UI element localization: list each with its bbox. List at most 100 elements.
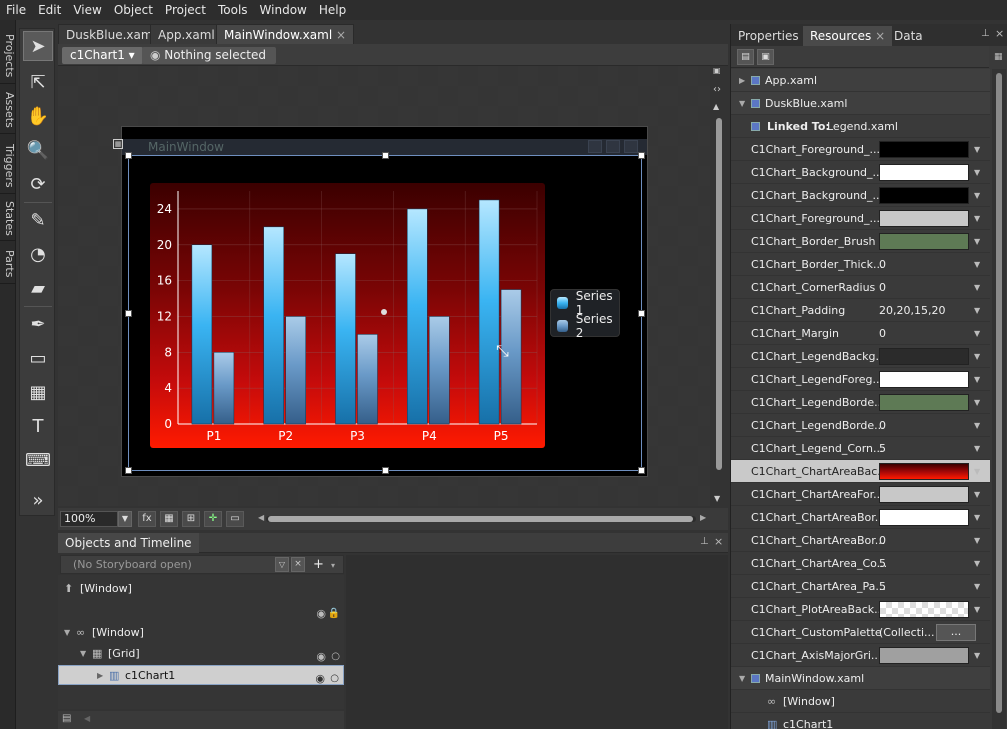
resource-row[interactable]: C1Chart_LegendForeg... ▼ bbox=[731, 368, 990, 391]
resource-row[interactable]: C1Chart_LegendBorde... ▼ bbox=[731, 391, 990, 414]
camera-orbit-tool-icon[interactable]: ⟳ bbox=[23, 169, 53, 199]
collapse-icon[interactable]: ▶ bbox=[97, 666, 103, 686]
resource-dropdown-icon[interactable]: ▼ bbox=[974, 253, 980, 276]
snap-grid-icon[interactable]: ⊞ bbox=[182, 511, 200, 527]
eye-icon[interactable]: ◉ bbox=[316, 604, 326, 624]
close-storyboard-icon[interactable]: × bbox=[291, 557, 305, 572]
scroll-left-icon[interactable]: ◀ bbox=[258, 513, 264, 522]
effects-toggle-icon[interactable]: fx bbox=[138, 511, 156, 527]
resize-handle-bottom[interactable] bbox=[382, 467, 389, 474]
tab-data[interactable]: Data bbox=[887, 26, 930, 46]
breadcrumb-element-button[interactable]: c1Chart1 ▾ bbox=[62, 47, 143, 64]
resource-dropdown-icon[interactable]: ▼ bbox=[974, 299, 980, 322]
resources-options-icon[interactable]: ▦ bbox=[994, 52, 1006, 66]
zoom-dropdown-icon[interactable]: ▼ bbox=[118, 511, 132, 527]
expand-icon[interactable]: ▼ bbox=[80, 644, 86, 664]
paint-bucket-tool-icon[interactable]: ◔ bbox=[23, 239, 53, 269]
artboard-options-icon[interactable]: ▣ bbox=[713, 66, 725, 82]
resource-color-swatch[interactable] bbox=[879, 187, 969, 204]
linked-dictionary[interactable]: Linked To: Legend.xaml bbox=[731, 115, 990, 138]
tab-duskblue[interactable]: DuskBlue.xaml bbox=[58, 24, 164, 44]
resource-file-app[interactable]: ▶ App.xaml bbox=[731, 69, 990, 92]
grid-tool-icon[interactable]: ▦ bbox=[23, 377, 53, 407]
resource-child-window[interactable]: ∞ [Window] bbox=[731, 690, 990, 713]
artboard-vertical-scrollbar[interactable]: ▣ ‹› ▲ ▼ bbox=[712, 66, 726, 506]
expand-icon[interactable]: ▼ bbox=[64, 623, 70, 643]
scroll-right-icon[interactable]: ▶ bbox=[700, 513, 706, 522]
tab-properties[interactable]: Properties bbox=[731, 26, 806, 46]
resource-row[interactable]: C1Chart_PlotAreaBack... ▼ bbox=[731, 598, 990, 621]
resource-row[interactable]: C1Chart_Legend_Corn... 5 ▼ bbox=[731, 437, 990, 460]
layout-grid-icon[interactable]: ▦ bbox=[113, 139, 123, 149]
resource-color-swatch[interactable] bbox=[879, 463, 969, 480]
resource-color-swatch[interactable] bbox=[879, 509, 969, 526]
resource-dropdown-icon[interactable]: ▼ bbox=[974, 506, 980, 529]
close-icon[interactable]: × bbox=[995, 27, 1004, 40]
resize-handle-bottom-right[interactable] bbox=[638, 467, 645, 474]
scrollbar-thumb[interactable] bbox=[996, 73, 1002, 713]
resource-row[interactable]: C1Chart_Border_Brush ▼ bbox=[731, 230, 990, 253]
eye-icon[interactable]: ◉ bbox=[316, 647, 326, 667]
resource-row[interactable]: C1Chart_Border_Thick... 0 ▼ bbox=[731, 253, 990, 276]
grid-toggle-icon[interactable]: ▦ bbox=[160, 511, 178, 527]
menu-item-window[interactable]: Window bbox=[254, 3, 313, 17]
resource-color-swatch[interactable] bbox=[879, 371, 969, 388]
resize-handle-bottom-left[interactable] bbox=[125, 467, 132, 474]
resource-dropdown-icon[interactable]: ▼ bbox=[974, 138, 980, 161]
tab-resources[interactable]: Resources × bbox=[803, 26, 893, 46]
side-tab-triggers[interactable]: Triggers bbox=[0, 138, 16, 194]
resource-row[interactable]: C1Chart_ChartAreaBac... ▼ bbox=[731, 460, 990, 483]
resource-file-duskblue[interactable]: ▼ DuskBlue.xaml bbox=[731, 92, 990, 115]
lock-icon[interactable]: 🔒 bbox=[328, 604, 340, 624]
resource-color-swatch[interactable] bbox=[879, 394, 969, 411]
scrollbar-thumb[interactable] bbox=[268, 516, 693, 522]
layout-icon[interactable]: ▤ bbox=[62, 713, 71, 724]
resource-dropdown-icon[interactable]: ▼ bbox=[974, 552, 980, 575]
resize-handle-left[interactable] bbox=[125, 310, 132, 317]
resource-dropdown-icon[interactable]: ▼ bbox=[974, 276, 980, 299]
resource-row[interactable]: C1Chart_Margin 0 ▼ bbox=[731, 322, 990, 345]
resource-dropdown-icon[interactable]: ▼ bbox=[974, 598, 980, 621]
detail-view-icon[interactable]: ▣ bbox=[757, 49, 774, 65]
scroll-left-icon[interactable]: ◀ bbox=[84, 714, 90, 723]
resize-handle-right[interactable] bbox=[638, 310, 645, 317]
resource-dropdown-icon[interactable]: ▼ bbox=[974, 322, 980, 345]
resource-dropdown-icon[interactable]: ▼ bbox=[974, 161, 980, 184]
scroll-up-icon[interactable]: ▲ bbox=[713, 102, 719, 111]
expand-icon[interactable]: ▼ bbox=[739, 667, 745, 690]
resource-row[interactable]: C1Chart_Background_... ▼ bbox=[731, 161, 990, 184]
rectangle-tool-icon[interactable]: ▭ bbox=[23, 343, 53, 373]
resource-row[interactable]: C1Chart_AxisMajorGri... ▼ bbox=[731, 644, 990, 667]
resource-row[interactable]: C1Chart_ChartAreaBor... 0 ▼ bbox=[731, 529, 990, 552]
eyedropper-tool-icon[interactable]: ✎ bbox=[23, 205, 53, 235]
annotations-icon[interactable]: ▭ bbox=[226, 511, 244, 527]
tab-mainwindow[interactable]: MainWindow.xaml × bbox=[216, 24, 355, 44]
resource-color-swatch[interactable] bbox=[879, 164, 969, 181]
side-tab-parts[interactable]: Parts bbox=[0, 244, 16, 284]
close-icon[interactable]: × bbox=[714, 535, 723, 548]
resources-scrollbar[interactable] bbox=[992, 69, 1006, 729]
menu-item-edit[interactable]: Edit bbox=[32, 3, 67, 17]
resource-dropdown-icon[interactable]: ▼ bbox=[974, 460, 980, 483]
zoom-tool-icon[interactable]: 🔍 bbox=[23, 135, 53, 165]
side-tab-projects[interactable]: Projects bbox=[0, 28, 16, 84]
lock-dot-icon[interactable]: ○ bbox=[330, 669, 339, 689]
scrollbar-thumb[interactable] bbox=[716, 118, 722, 470]
tab-app[interactable]: App.xaml bbox=[150, 24, 223, 44]
resource-row[interactable]: C1Chart_Foreground_... ▼ bbox=[731, 138, 990, 161]
resource-dropdown-icon[interactable]: ▼ bbox=[974, 644, 980, 667]
menu-item-help[interactable]: Help bbox=[313, 3, 352, 17]
close-icon[interactable]: × bbox=[336, 28, 346, 42]
expand-icon[interactable]: ▼ bbox=[739, 92, 745, 115]
resource-dropdown-icon[interactable]: ▼ bbox=[974, 575, 980, 598]
edit-collection-button[interactable]: ... bbox=[936, 624, 976, 641]
resource-row[interactable]: C1Chart_LegendBorde... 0 ▼ bbox=[731, 414, 990, 437]
tree-item-window[interactable]: ▼ ∞ [Window] bbox=[58, 623, 344, 643]
resize-handle-top[interactable] bbox=[382, 152, 389, 159]
resource-color-swatch[interactable] bbox=[879, 348, 969, 365]
resource-color-swatch[interactable] bbox=[879, 647, 969, 664]
resource-color-swatch[interactable] bbox=[879, 141, 969, 158]
storyboard-dropdown-icon[interactable]: ▽ bbox=[275, 557, 289, 572]
resource-child-c1chart1[interactable]: ▥ c1Chart1 bbox=[731, 713, 990, 729]
resource-dropdown-icon[interactable]: ▼ bbox=[974, 414, 980, 437]
